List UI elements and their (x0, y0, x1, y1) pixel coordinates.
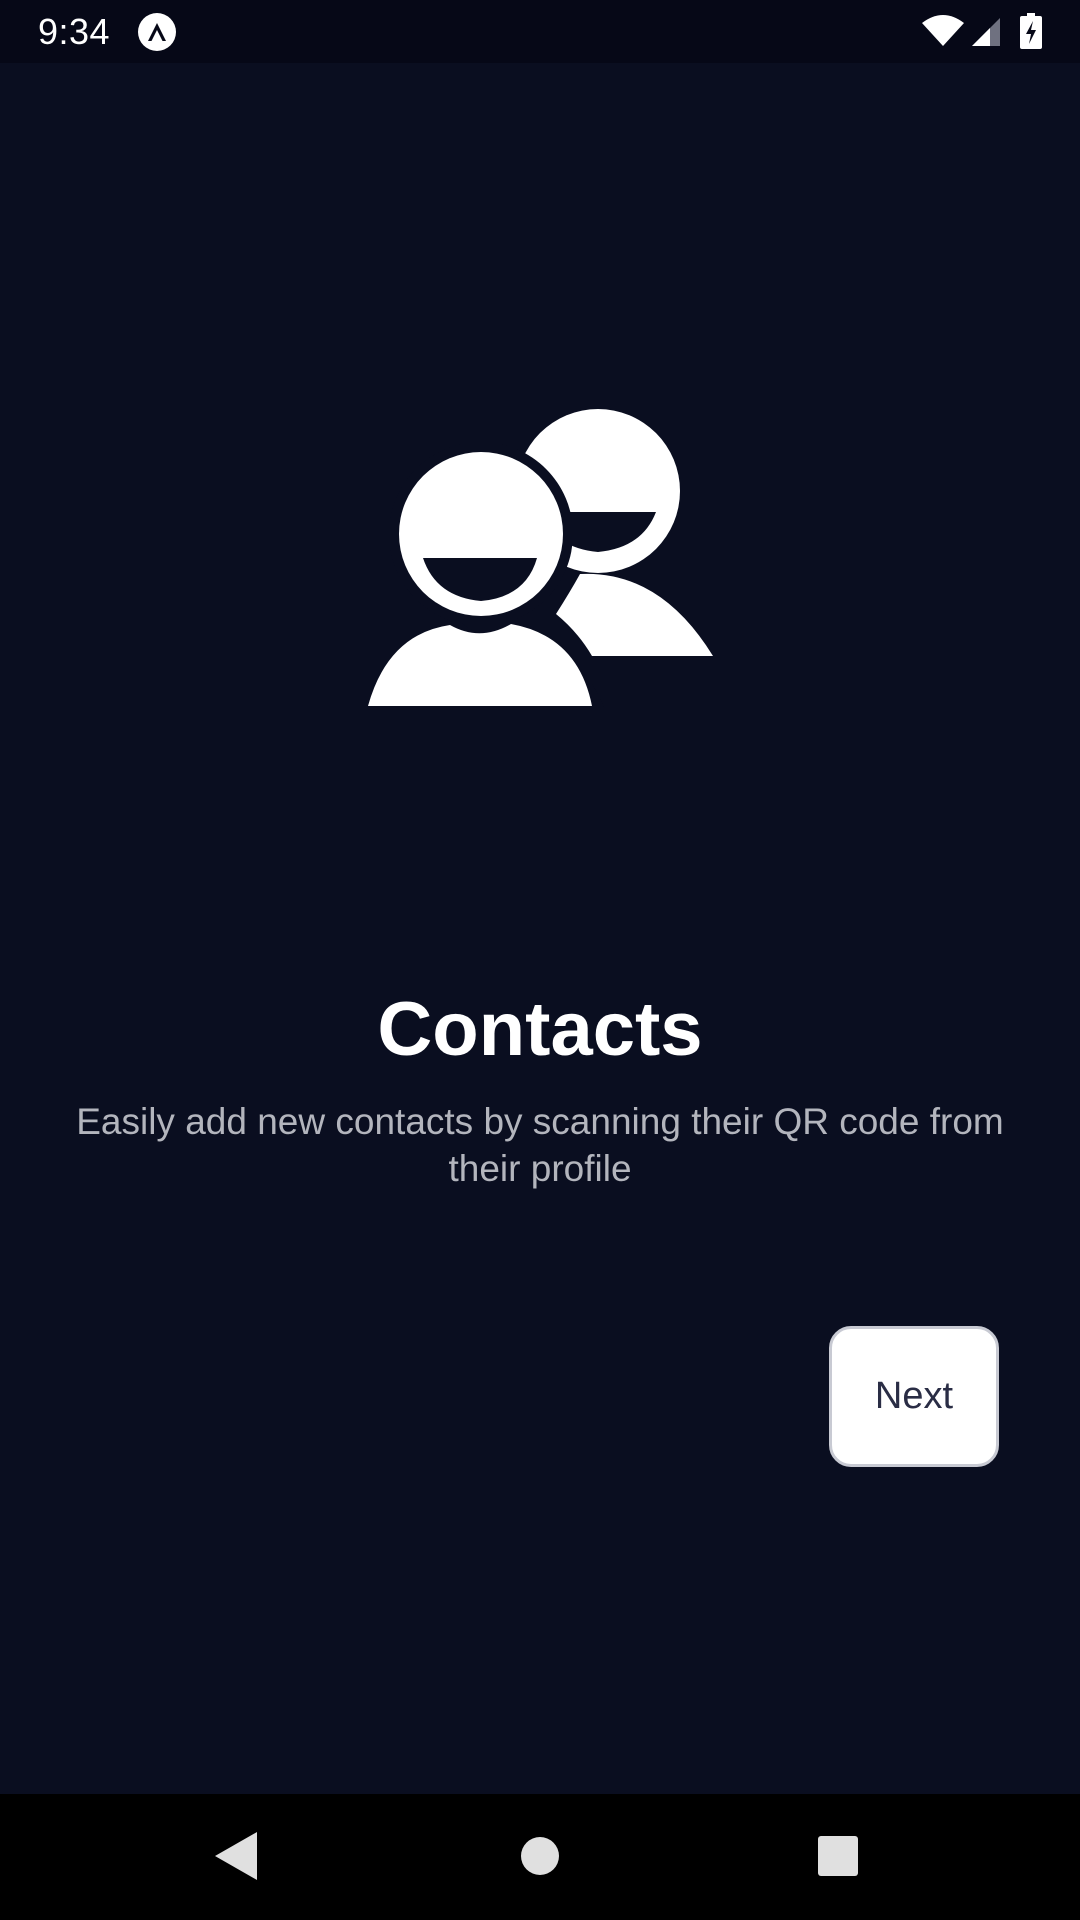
status-time: 9:34 (38, 11, 111, 52)
back-triangle-icon[interactable] (215, 1832, 259, 1880)
contacts-people-icon (368, 409, 713, 712)
status-bar: 9:34 (0, 0, 1080, 63)
expo-app-icon (138, 13, 176, 51)
onboarding-description: Easily add new contacts by scanning thei… (76, 1101, 1004, 1189)
next-button[interactable]: Next (829, 1326, 999, 1467)
battery-charging-icon (1020, 13, 1042, 49)
system-navigation-bar (0, 1794, 1080, 1920)
onboarding-screen: 9:34 Contacts Easily add new contacts by… (0, 0, 1080, 1920)
recents-square-icon[interactable] (818, 1836, 858, 1876)
onboarding-title: Contacts (377, 987, 703, 1072)
cell-signal-icon (972, 18, 1000, 46)
wifi-icon (922, 15, 964, 46)
home-circle-icon[interactable] (520, 1836, 560, 1876)
